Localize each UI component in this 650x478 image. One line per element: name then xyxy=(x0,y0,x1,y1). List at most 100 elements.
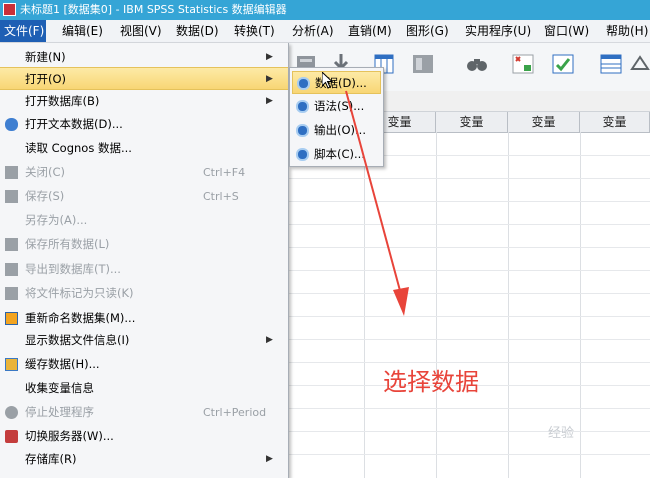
menu-item-label: 将文件标记为只读(K) xyxy=(25,286,134,300)
find-icon[interactable] xyxy=(464,51,490,77)
mouse-cursor-icon xyxy=(322,72,334,89)
menu-transform[interactable]: 转换(T) xyxy=(230,20,279,42)
open-syntax-icon xyxy=(296,100,309,113)
open-submenu: 数据(D)... 语法(S)... 输出(O)... 脚本(C)... xyxy=(289,67,384,167)
file-menu-save-as[interactable]: 另存为(A)... xyxy=(0,209,288,232)
open-submenu-data[interactable]: 数据(D)... xyxy=(292,71,381,94)
menu-item-label: 收集变量信息 xyxy=(25,381,94,395)
open-submenu-script[interactable]: 脚本(C)... xyxy=(292,143,381,166)
menu-bar: 文件(F) 编辑(E) 视图(V) 数据(D) 转换(T) 分析(A) 直销(M… xyxy=(0,20,650,43)
file-menu-repository[interactable]: 存储库(R) ▶ xyxy=(0,448,288,471)
grid-line xyxy=(288,431,650,432)
menu-item-label: 重新命名数据集(M)... xyxy=(25,311,136,325)
menu-item-label: 打开数据库(B) xyxy=(25,94,100,108)
variables-icon[interactable] xyxy=(410,51,436,77)
grid-line xyxy=(288,339,650,340)
column-header-var[interactable]: 变量 xyxy=(436,112,508,132)
switch-server-icon xyxy=(5,430,18,443)
read-only-icon xyxy=(5,287,18,300)
file-menu-save-all[interactable]: 保存所有数据(L) xyxy=(0,233,288,256)
menu-item-label: 语法(S)... xyxy=(314,99,365,113)
file-menu-read-cognos[interactable]: 读取 Cognos 数据... xyxy=(0,137,288,160)
column-header-var[interactable]: 变量 xyxy=(508,112,580,132)
insert-cases-icon[interactable] xyxy=(510,51,536,77)
file-menu-mark-read-only[interactable]: 将文件标记为只读(K) xyxy=(0,282,288,305)
export-database-icon xyxy=(5,263,18,276)
menu-item-label: 缓存数据(H)... xyxy=(25,357,100,371)
insert-variable-icon[interactable] xyxy=(550,51,576,77)
grid-line xyxy=(288,224,650,225)
file-menu-cache-data[interactable]: 缓存数据(H)... xyxy=(0,353,288,376)
spss-app-icon xyxy=(3,3,16,16)
submenu-arrow-icon: ▶ xyxy=(266,335,273,345)
submenu-arrow-icon: ▶ xyxy=(266,52,273,62)
open-script-icon xyxy=(296,148,309,161)
menu-item-label: 脚本(C)... xyxy=(314,147,365,161)
grid-line xyxy=(288,247,650,248)
grid-line xyxy=(288,454,650,455)
save-icon xyxy=(5,190,18,203)
grid-line xyxy=(436,132,437,478)
open-text-data-icon xyxy=(5,118,18,131)
menu-item-label: 保存(S) xyxy=(25,189,65,203)
file-menu-collect-variable-info[interactable]: 收集变量信息 xyxy=(0,377,288,400)
grid-line xyxy=(288,270,650,271)
file-menu-stop-processor[interactable]: 停止处理程序 Ctrl+Period xyxy=(0,401,288,424)
menu-analyze[interactable]: 分析(A) xyxy=(288,20,338,42)
grid-line xyxy=(508,132,509,478)
menu-direct-marketing[interactable]: 直销(M) xyxy=(344,20,396,42)
shortcut-label: Ctrl+S xyxy=(203,190,239,203)
menu-edit[interactable]: 编辑(E) xyxy=(58,20,107,42)
grid-line xyxy=(288,178,650,179)
file-menu-export-database[interactable]: 导出到数据库(T)... xyxy=(0,258,288,281)
menu-utilities[interactable]: 实用程序(U) xyxy=(461,20,535,42)
menu-graphs[interactable]: 图形(G) xyxy=(402,20,453,42)
file-menu-switch-server[interactable]: 切换服务器(W)... xyxy=(0,425,288,448)
stop-processor-icon xyxy=(5,406,18,419)
menu-item-label: 读取 Cognos 数据... xyxy=(25,141,132,155)
cache-data-icon xyxy=(5,358,18,371)
annotation-label: 选择数据 xyxy=(383,368,479,396)
open-submenu-output[interactable]: 输出(O)... xyxy=(292,119,381,142)
close-file-icon xyxy=(5,166,18,179)
file-menu-open[interactable]: 打开(O) ▶ xyxy=(0,67,288,90)
rename-dataset-icon xyxy=(5,312,18,325)
file-menu-open-text-data[interactable]: 打开文本数据(D)... xyxy=(0,113,288,136)
menu-item-label: 停止处理程序 xyxy=(25,405,94,419)
shortcut-label: Ctrl+Period xyxy=(203,406,267,419)
weight-cases-icon[interactable] xyxy=(628,51,650,77)
window-title: 未标题1 [数据集0] - IBM SPSS Statistics 数据编辑器 xyxy=(20,3,287,16)
open-output-icon xyxy=(296,124,309,137)
menu-item-label: 打开(O) xyxy=(25,72,67,86)
menu-view[interactable]: 视图(V) xyxy=(116,20,166,42)
menu-item-label: 打开文本数据(D)... xyxy=(25,117,123,131)
grid-line xyxy=(288,316,650,317)
menu-item-label: 显示数据文件信息(I) xyxy=(25,333,130,347)
file-menu-close[interactable]: 关闭(C) Ctrl+F4 xyxy=(0,161,288,184)
submenu-arrow-icon: ▶ xyxy=(266,96,273,106)
open-submenu-syntax[interactable]: 语法(S)... xyxy=(292,95,381,118)
menu-item-label: 切换服务器(W)... xyxy=(25,429,114,443)
menu-data[interactable]: 数据(D) xyxy=(172,20,223,42)
file-menu-open-database[interactable]: 打开数据库(B) ▶ xyxy=(0,90,288,113)
file-menu-new[interactable]: 新建(N) ▶ xyxy=(0,46,288,69)
file-menu-dropdown: 新建(N) ▶ 打开(O) ▶ 打开数据库(B) ▶ 打开文本数据(D)... … xyxy=(0,43,289,478)
split-file-icon[interactable] xyxy=(598,51,624,77)
file-menu-display-file-info[interactable]: 显示数据文件信息(I) ▶ xyxy=(0,329,288,352)
grid-line xyxy=(288,293,650,294)
grid-line xyxy=(288,201,650,202)
submenu-arrow-icon: ▶ xyxy=(266,454,273,464)
file-menu-save[interactable]: 保存(S) Ctrl+S xyxy=(0,185,288,208)
open-data-icon xyxy=(297,77,310,90)
menu-item-label: 新建(N) xyxy=(25,50,66,64)
menu-file[interactable]: 文件(F) xyxy=(0,20,46,42)
column-header-var[interactable]: 变量 xyxy=(580,112,650,132)
menu-item-label: 保存所有数据(L) xyxy=(25,237,110,251)
menu-window[interactable]: 窗口(W) xyxy=(540,20,593,42)
grid-line xyxy=(288,408,650,409)
shortcut-label: Ctrl+F4 xyxy=(203,166,246,179)
menu-item-label: 输出(O)... xyxy=(314,123,366,137)
menu-help[interactable]: 帮助(H) xyxy=(602,20,650,42)
file-menu-rename-dataset[interactable]: 重新命名数据集(M)... xyxy=(0,307,288,330)
watermark: 经验 xyxy=(548,426,575,441)
